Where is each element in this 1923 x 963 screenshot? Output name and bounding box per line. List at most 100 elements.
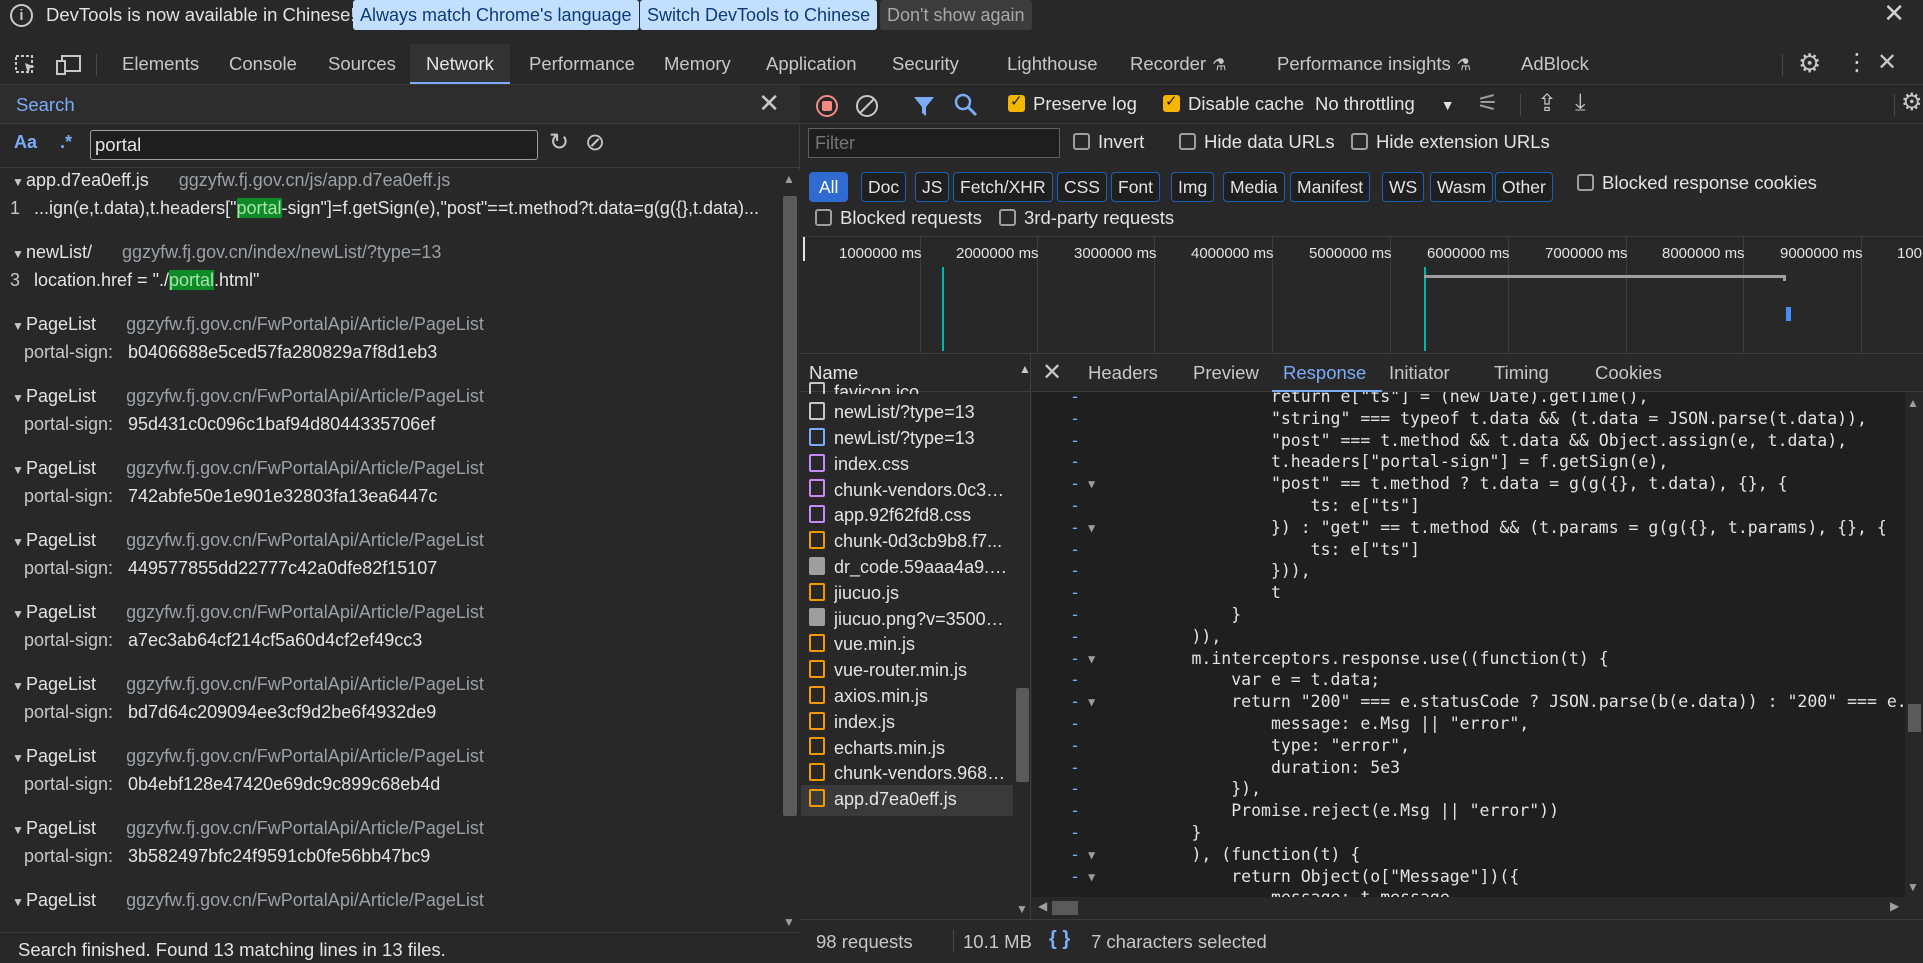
hide-extension-urls-checkbox[interactable]: Hide extension URLs [1351,131,1550,153]
expand-triangle-icon[interactable]: ▼ [12,895,26,909]
type-filter-font[interactable]: Font [1111,172,1161,202]
clear-log-icon[interactable] [855,94,879,118]
search-result-file-header[interactable]: ▼ PageList ggzyfw.fj.gov.cn/FwPortalApi/Ar… [0,458,780,486]
switch-to-chinese-button[interactable]: Switch DevTools to Chinese [640,0,878,30]
type-filter-css[interactable]: CSS [1057,172,1107,202]
third-party-requests-checkbox[interactable]: 3rd-party requests [999,207,1174,229]
search-result-line[interactable]: portal-sign: 742abfe50e1e901e32803fa13ea6… [0,486,780,514]
search-result-file-header[interactable]: ▼ PageList ggzyfw.fj.gov.cn/FwPortalApi/Ar… [0,818,780,846]
type-filter-all[interactable]: All [809,172,849,202]
settings-gear-icon[interactable]: ⚙ [1798,48,1821,79]
expand-triangle-icon[interactable]: ▼ [12,391,26,405]
tab-console[interactable]: Console [229,44,297,84]
invert-checkbox[interactable]: Invert [1073,131,1144,153]
search-result-line[interactable]: portal-sign: a7ec3ab64cf214cf5a60d4cf2ef4… [0,630,780,658]
close-icon[interactable]: ✕ [1883,0,1905,29]
expand-triangle-icon[interactable]: ▼ [12,319,26,333]
hide-data-urls-checkbox[interactable]: Hide data URLs [1179,131,1335,153]
type-filter-img[interactable]: Img [1171,172,1215,202]
fold-triangle-icon[interactable]: ▼ [1088,648,1095,670]
search-result-line[interactable]: 3 location.href = "./portal.html" [0,270,780,298]
tab-adblock[interactable]: AdBlock [1521,44,1589,84]
tab-network[interactable]: Network [410,44,510,84]
throttling-select[interactable]: No throttling ▼ [1315,93,1455,115]
tab-cookies[interactable]: Cookies [1595,362,1662,384]
tab-preview[interactable]: Preview [1193,362,1259,384]
request-row[interactable]: app.d7ea0eff.js [801,785,1013,816]
type-filter-wasm[interactable]: Wasm [1430,172,1493,202]
search-result-line[interactable]: portal-sign: 95d431c0c096c1baf94d80443357… [0,414,780,442]
tab-memory[interactable]: Memory [664,44,731,84]
inspect-element-icon[interactable] [14,54,38,76]
search-result-file-header[interactable]: ▼ PageList ggzyfw.fj.gov.cn/FwPortalApi/Ar… [0,314,780,342]
type-filter-js[interactable]: JS [915,172,950,202]
expand-triangle-icon[interactable]: ▼ [12,463,26,477]
sort-up-icon[interactable]: ▲ [1019,362,1030,376]
search-result-file-header[interactable]: ▼ app.d7ea0eff.js ggzyfw.fj.gov.cn/js/app.… [0,170,780,198]
search-result-line[interactable]: 1 ...ign(e,t.data),t.headers["portal-sign… [0,198,780,226]
record-stop-icon[interactable] [815,94,839,118]
dont-show-again-button[interactable]: Don't show again [880,0,1032,30]
expand-triangle-icon[interactable]: ▼ [12,751,26,765]
scroll-up-icon[interactable]: ▲ [1907,396,1919,410]
code-vertical-scrollbar[interactable] [1905,392,1923,897]
search-result-file-header[interactable]: ▼ PageList ggzyfw.fj.gov.cn/FwPortalApi/Ar… [0,674,780,702]
tab-recorder[interactable]: Recorder ⚗ [1130,44,1226,84]
tab-initiator[interactable]: Initiator [1389,362,1450,384]
search-result-line[interactable]: portal-sign: 0b4ebf128e47420e69dc9c899c68… [0,774,780,802]
match-case-toggle[interactable]: Aa [14,132,37,153]
scroll-up-icon[interactable]: ▲ [783,172,795,186]
code-horizontal-scrollbar[interactable]: ◀ ▶ [1032,897,1905,919]
network-settings-icon[interactable]: ⚙ [1901,88,1923,117]
search-result-line[interactable]: portal-sign: 449577855dd22777c42a0dfe82f1… [0,558,780,586]
search-icon[interactable] [954,93,978,117]
tab-sources[interactable]: Sources [328,44,396,84]
type-filter-ws[interactable]: WS [1382,172,1425,202]
code-hscroll-thumb[interactable] [1052,901,1078,915]
fold-triangle-icon[interactable]: ▼ [1088,866,1095,888]
response-code-viewer[interactable]: - return e["ts"] = (new Date).getTime(),… [1032,392,1905,897]
search-result-line[interactable]: portal-sign: b0406688e5ced57fa280829a7f8d… [0,342,780,370]
type-filter-doc[interactable]: Doc [861,172,907,202]
refresh-icon[interactable]: ↻ [546,130,572,156]
fold-triangle-icon[interactable]: ▼ [1088,517,1095,539]
blocked-requests-checkbox[interactable]: Blocked requests [815,207,982,229]
tab-headers[interactable]: Headers [1088,362,1158,384]
expand-triangle-icon[interactable]: ▼ [12,247,26,261]
import-har-icon[interactable]: ⇪ [1537,89,1557,118]
clear-search-icon[interactable]: ⊘ [582,130,608,156]
tab-timing[interactable]: Timing [1494,362,1549,384]
tab-elements[interactable]: Elements [122,44,199,84]
request-row[interactable]: favicon.ico [801,378,1013,394]
fold-triangle-icon[interactable]: ▼ [1088,473,1095,495]
device-toolbar-icon[interactable] [56,54,82,76]
search-result-file-header[interactable]: ▼ PageList ggzyfw.fj.gov.cn/FwPortalApi/Ar… [0,386,780,414]
filter-icon[interactable] [913,94,935,118]
type-filter-manifest[interactable]: Manifest [1290,172,1371,202]
disable-cache-checkbox[interactable]: Disable cache [1163,92,1304,115]
search-drawer-title[interactable]: Search [16,94,75,116]
search-result-line[interactable]: portal-sign: bd7d64c209094ee3cf9d2be6f493… [0,702,780,730]
expand-triangle-icon[interactable]: ▼ [12,823,26,837]
search-result-file-header[interactable]: ▼ PageList ggzyfw.fj.gov.cn/FwPortalApi/Ar… [0,530,780,558]
tab-performance[interactable]: Performance [529,44,635,84]
blocked-response-cookies-checkbox[interactable]: Blocked response cookies [1577,172,1817,194]
search-result-line[interactable]: portal-sign: 3b582497bfc24f9591cb0fe56bb4… [0,846,780,874]
code-vscroll-thumb[interactable] [1908,704,1921,732]
search-result-file-header[interactable]: ▼ PageList ggzyfw.fj.gov.cn/FwPortalApi/Ar… [0,602,780,630]
tab-response[interactable]: Response [1283,362,1366,384]
filter-input[interactable] [808,128,1060,158]
preserve-log-checkbox[interactable]: Preserve log [1008,92,1137,115]
request-list-scrollbar[interactable] [1013,392,1030,919]
tab-performance-insights[interactable]: Performance insights ⚗ [1277,44,1471,84]
close-detail-icon[interactable]: ✕ [1042,358,1062,387]
tab-lighthouse[interactable]: Lighthouse [1007,44,1098,84]
close-devtools-icon[interactable]: ✕ [1877,48,1897,77]
scroll-down-icon[interactable]: ▼ [783,915,795,929]
expand-triangle-icon[interactable]: ▼ [12,679,26,693]
regex-toggle[interactable]: .* [60,132,72,153]
scroll-down-icon[interactable]: ▼ [1016,902,1028,916]
request-list-scrollbar-thumb[interactable] [1016,688,1029,782]
fold-triangle-icon[interactable]: ▼ [1088,691,1095,713]
expand-triangle-icon[interactable]: ▼ [12,535,26,549]
